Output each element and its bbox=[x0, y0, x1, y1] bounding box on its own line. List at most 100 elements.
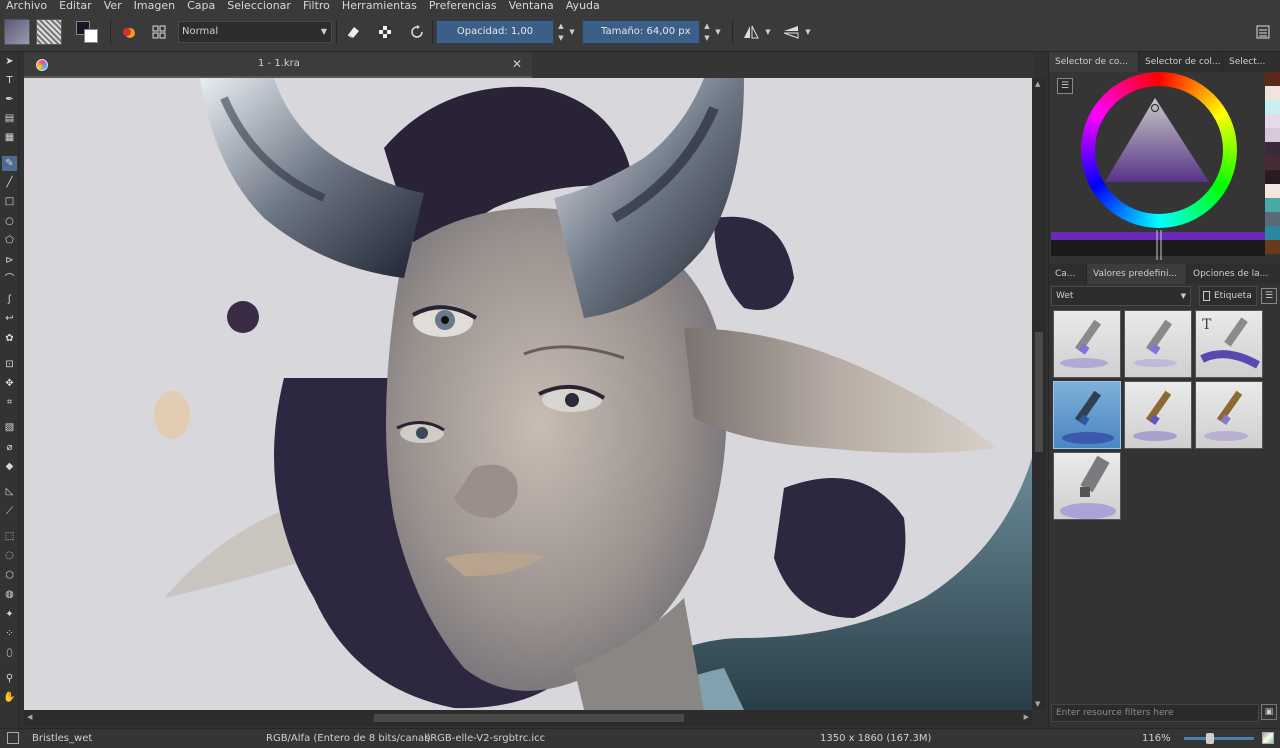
zoom-icon[interactable]: ⚲ bbox=[2, 671, 17, 686]
chevron-down-icon[interactable]: ▼ bbox=[804, 20, 812, 44]
dynamic-brush-icon[interactable]: ↩ bbox=[2, 311, 17, 326]
preset-wet-5[interactable] bbox=[1124, 381, 1192, 449]
palette-swatch[interactable] bbox=[1265, 114, 1280, 128]
vertical-scroll-thumb[interactable] bbox=[1035, 332, 1043, 452]
preset-wet-1[interactable] bbox=[1053, 310, 1121, 378]
multibrush-icon[interactable]: ✿ bbox=[2, 331, 17, 346]
palette-swatch[interactable] bbox=[1265, 226, 1280, 240]
menu-icon[interactable]: ☰ bbox=[1057, 78, 1073, 94]
chevron-down-icon[interactable]: ▼ bbox=[714, 20, 722, 44]
horizontal-scroll-thumb[interactable] bbox=[374, 714, 684, 722]
reload-preset-icon[interactable] bbox=[404, 19, 430, 45]
tab-color-selector-1[interactable]: Selector de co... bbox=[1049, 52, 1139, 72]
document-tab[interactable]: 1 - 1.kra ✕ bbox=[24, 52, 532, 78]
edit-shapes-icon[interactable]: ▤ bbox=[2, 111, 17, 126]
eraser-mode-icon[interactable] bbox=[340, 19, 366, 45]
close-icon[interactable]: ✕ bbox=[512, 57, 522, 71]
preset-wet-6[interactable] bbox=[1195, 381, 1263, 449]
bezier-select-icon[interactable]: ⬯ bbox=[2, 646, 17, 661]
polyline-icon[interactable]: ⊳ bbox=[2, 253, 17, 268]
color-selector[interactable]: ☰ bbox=[1051, 72, 1265, 280]
polygon-icon[interactable]: ⬠ bbox=[2, 233, 17, 248]
pattern-icon[interactable]: ▦ bbox=[2, 130, 17, 145]
pan-icon[interactable]: ✋ bbox=[2, 690, 17, 705]
canvas-only-icon[interactable] bbox=[1262, 732, 1274, 744]
preserve-alpha-icon[interactable] bbox=[372, 19, 398, 45]
calligraphy-icon[interactable]: ✒ bbox=[2, 92, 17, 107]
preset-wet-3[interactable]: T bbox=[1195, 310, 1263, 378]
blend-mode-select[interactable]: Normal ▼ bbox=[178, 21, 332, 43]
opacity-slider[interactable]: Opacidad: 1,00 bbox=[436, 20, 554, 44]
text-icon[interactable]: T bbox=[2, 73, 17, 88]
workspace-icon[interactable] bbox=[1250, 19, 1276, 45]
rect-select-icon[interactable]: ⬚ bbox=[2, 529, 17, 544]
preset-tag-filter[interactable]: Wet ▼ bbox=[1051, 286, 1191, 306]
resource-filter-input[interactable]: Enter resource filters here bbox=[1051, 704, 1259, 722]
palette-swatch[interactable] bbox=[1265, 156, 1280, 170]
vertical-scrollbar[interactable]: ▲ ▼ bbox=[1032, 78, 1046, 710]
menu-filtro[interactable]: Filtro bbox=[303, 0, 330, 12]
pattern-swatch[interactable] bbox=[36, 19, 62, 45]
menu-capa[interactable]: Capa bbox=[187, 0, 215, 12]
palette-swatch[interactable] bbox=[1265, 86, 1280, 100]
fill-icon[interactable]: ◆ bbox=[2, 459, 17, 474]
menu-preferencias[interactable]: Preferencias bbox=[429, 0, 497, 12]
tab-canvas[interactable]: Ca... bbox=[1049, 264, 1087, 284]
preset-bristles-wet[interactable] bbox=[1053, 381, 1121, 449]
palette-swatch[interactable] bbox=[1265, 142, 1280, 156]
rectangle-icon[interactable]: □ bbox=[2, 194, 17, 209]
horizontal-scrollbar[interactable]: ◀ ▶ bbox=[24, 710, 1032, 726]
tab-tool-options[interactable]: Opciones de la... bbox=[1187, 264, 1280, 284]
tab-color-selector-3[interactable]: Select... bbox=[1223, 52, 1280, 72]
select-shapes-icon[interactable]: ➤ bbox=[2, 54, 17, 69]
chevron-down-icon[interactable]: ▼ bbox=[568, 20, 576, 44]
size-slider[interactable]: Tamaño: 64,00 px bbox=[582, 20, 700, 44]
freehand-brush-icon[interactable]: ✎ bbox=[2, 156, 17, 171]
freehand-path-icon[interactable]: ʃ bbox=[2, 292, 17, 307]
scroll-up-icon[interactable]: ▲ bbox=[1035, 80, 1040, 88]
menu-seleccionar[interactable]: Seleccionar bbox=[227, 0, 291, 12]
save-filter-icon[interactable]: ▣ bbox=[1261, 704, 1277, 720]
menu-herramientas[interactable]: Herramientas bbox=[342, 0, 417, 12]
line-icon[interactable]: ╱ bbox=[2, 175, 17, 190]
tag-button[interactable]: Etiqueta bbox=[1199, 286, 1257, 306]
chevron-down-icon[interactable]: ▼ bbox=[764, 20, 772, 44]
ellipse-select-icon[interactable]: ◌ bbox=[2, 548, 17, 563]
color-picker-icon[interactable]: ⌀ bbox=[2, 440, 17, 455]
size-spin[interactable]: ▲ ▼ bbox=[702, 20, 712, 44]
palette-swatch[interactable] bbox=[1265, 128, 1280, 142]
tab-color-selector-2[interactable]: Selector de col... bbox=[1139, 52, 1223, 72]
preset-menu-icon[interactable]: ☰ bbox=[1261, 288, 1277, 304]
menu-ver[interactable]: Ver bbox=[104, 0, 122, 12]
menu-archivo[interactable]: Archivo bbox=[6, 0, 47, 12]
palette-swatch[interactable] bbox=[1265, 170, 1280, 184]
menu-editar[interactable]: Editar bbox=[59, 0, 92, 12]
scroll-right-icon[interactable]: ▶ bbox=[1024, 713, 1029, 721]
color-wheel[interactable] bbox=[1051, 72, 1265, 280]
tab-presets[interactable]: Valores predefini... bbox=[1087, 264, 1187, 284]
contiguous-select-icon[interactable]: ✦ bbox=[2, 607, 17, 622]
menu-imagen[interactable]: Imagen bbox=[134, 0, 175, 12]
polygon-select-icon[interactable]: ⬡ bbox=[2, 568, 17, 583]
brush-editor-icon[interactable] bbox=[146, 19, 172, 45]
zoom-slider-handle[interactable] bbox=[1206, 733, 1214, 744]
palette-swatch[interactable] bbox=[1265, 100, 1280, 114]
scroll-left-icon[interactable]: ◀ bbox=[27, 713, 32, 721]
brush-presets-icon[interactable] bbox=[116, 19, 142, 45]
opacity-spin[interactable]: ▲ ▼ bbox=[556, 20, 566, 44]
ellipse-icon[interactable]: ○ bbox=[2, 214, 17, 229]
palette-swatch[interactable] bbox=[1265, 212, 1280, 226]
palette-swatch[interactable] bbox=[1265, 184, 1280, 198]
zoom-slider[interactable] bbox=[1184, 737, 1254, 740]
gradient-swatch[interactable] bbox=[4, 19, 30, 45]
mirror-vertical-icon[interactable] bbox=[778, 19, 804, 45]
measure-icon[interactable]: ⟋ bbox=[2, 504, 17, 519]
freehand-select-icon[interactable]: ◍ bbox=[2, 587, 17, 602]
scroll-down-icon[interactable]: ▼ bbox=[1035, 700, 1040, 708]
similar-select-icon[interactable]: ⁘ bbox=[2, 626, 17, 641]
fg-bg-color-selector[interactable] bbox=[74, 19, 102, 45]
menu-ventana[interactable]: Ventana bbox=[509, 0, 554, 12]
background-color[interactable] bbox=[84, 29, 98, 43]
preset-wet-7[interactable] bbox=[1053, 452, 1121, 520]
preset-wet-2[interactable] bbox=[1124, 310, 1192, 378]
